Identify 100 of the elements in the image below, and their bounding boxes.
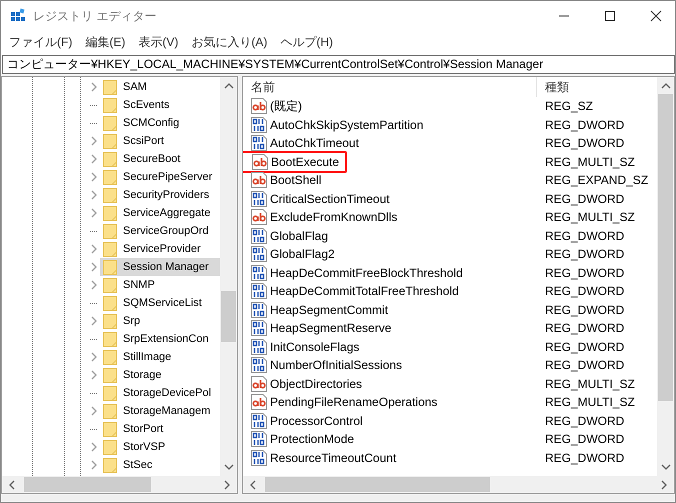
chevron-icon[interactable] — [90, 82, 98, 92]
tree-item[interactable]: ServiceAggregate — [90, 204, 220, 222]
value-name: ObjectDirectories — [270, 376, 362, 391]
chevron-icon[interactable] — [90, 406, 98, 416]
scroll-up-icon[interactable] — [224, 82, 234, 90]
horizontal-scrollbar[interactable] — [2, 476, 237, 493]
value-type: REG_DWORD — [544, 266, 624, 280]
folder-icon — [103, 458, 117, 472]
tree-item[interactable]: StorPort — [90, 420, 220, 438]
menu-item[interactable]: お気に入り(A) — [191, 34, 268, 50]
chevron-icon[interactable] — [90, 442, 98, 452]
scroll-down-icon[interactable] — [224, 463, 234, 471]
tree-item[interactable]: SecurePipeServer — [90, 168, 220, 186]
tree-item[interactable]: ScEvents — [90, 96, 220, 114]
scroll-right-icon[interactable] — [223, 480, 231, 490]
tree-item[interactable]: Srp — [90, 312, 220, 330]
tree-item[interactable]: Session Manager — [90, 258, 220, 276]
menu-item[interactable]: ファイル(F) — [9, 34, 72, 50]
tree-item[interactable]: StorageDevicePol — [90, 384, 220, 402]
folder-icon — [103, 314, 117, 328]
value-name: InitConsoleFlags — [270, 340, 360, 354]
chevron-icon[interactable] — [90, 316, 98, 326]
value-name: PendingFileRenameOperations — [270, 395, 438, 410]
scroll-left-icon[interactable] — [249, 480, 257, 490]
value-name: ProtectionMode — [270, 432, 354, 446]
tree-label: SCMConfig — [122, 116, 180, 131]
tree-item[interactable]: SCMConfig — [90, 114, 220, 132]
tree-item[interactable]: StSec — [90, 456, 220, 474]
tree-item[interactable]: SrpExtensionCon — [90, 330, 220, 348]
tree-item[interactable]: StorVSP — [90, 438, 220, 456]
tree-item[interactable]: ServiceProvider — [90, 240, 220, 258]
value-name: ExcludeFromKnownDlls — [270, 210, 398, 224]
window-title: レジストリ エディター — [33, 8, 156, 24]
address-field[interactable]: コンピューター¥HKEY_LOCAL_MACHINE¥SYSTEM¥CurrentControlSet¥Control¥Session Manager — [2, 55, 675, 74]
scroll-left-icon[interactable] — [8, 480, 16, 490]
vertical-scrollbar[interactable] — [220, 77, 237, 476]
tree-item[interactable]: SecurityProviders — [90, 186, 220, 204]
folder-icon — [103, 98, 117, 112]
value-name: (既定) — [270, 98, 302, 115]
chevron-icon[interactable] — [90, 280, 98, 290]
value-type: REG_DWORD — [544, 414, 624, 428]
value-name: CriticalSectionTimeout — [270, 192, 390, 206]
menu-item[interactable]: 編集(E) — [85, 34, 126, 50]
tree-label: ScEvents — [122, 98, 170, 113]
horizontal-scrollbar[interactable] — [243, 476, 674, 493]
tree-label: SQMServiceList — [122, 296, 203, 311]
tree-label: Session Manager — [121, 259, 211, 275]
scroll-thumb[interactable] — [265, 477, 490, 492]
value-type: REG_SZ — [544, 99, 594, 114]
tree-label: StorageDevicePol — [122, 386, 212, 401]
chevron-icon[interactable] — [90, 244, 98, 254]
scroll-right-icon[interactable] — [660, 480, 668, 490]
folder-icon — [103, 134, 117, 148]
tree-item[interactable]: SecureBoot — [90, 150, 220, 168]
value-name: NumberOfInitialSessions — [270, 358, 402, 372]
tree-item[interactable]: SAM — [90, 78, 220, 96]
tree-label: StorPort — [122, 422, 164, 437]
chevron-icon[interactable] — [90, 370, 98, 380]
folder-icon — [103, 152, 117, 166]
chevron-icon[interactable] — [90, 190, 98, 200]
scroll-down-icon[interactable] — [660, 463, 670, 471]
scroll-thumb[interactable] — [221, 291, 236, 342]
scroll-thumb[interactable] — [658, 94, 673, 401]
folder-icon — [103, 440, 117, 454]
tree-label: StSec — [122, 458, 154, 473]
scroll-up-icon[interactable] — [660, 82, 670, 90]
tree-label: ServiceProvider — [122, 242, 202, 257]
value-name: GlobalFlag — [270, 228, 328, 243]
tree-label: SecurityProviders — [122, 188, 210, 203]
value-name: ResourceTimeoutCount — [270, 450, 396, 465]
column-header[interactable]: 名前 — [243, 77, 537, 97]
tree-item[interactable]: SNMP — [90, 276, 220, 294]
chevron-icon[interactable] — [90, 262, 98, 272]
vertical-scrollbar[interactable] — [657, 77, 674, 476]
tree-item[interactable]: StorageManagem — [90, 402, 220, 420]
close-icon[interactable] — [650, 10, 662, 22]
folder-icon — [103, 260, 117, 274]
menu-item[interactable]: ヘルプ(H) — [280, 34, 333, 50]
chevron-icon[interactable] — [90, 460, 98, 470]
tree-item[interactable]: ScsiPort — [90, 132, 220, 150]
tree-item[interactable]: StillImage — [90, 348, 220, 366]
tree-label: ServiceAggregate — [122, 206, 212, 221]
scroll-thumb[interactable] — [24, 477, 152, 492]
chevron-icon[interactable] — [90, 208, 98, 218]
chevron-icon[interactable] — [90, 172, 98, 182]
value-name: GlobalFlag2 — [270, 247, 335, 262]
tree-label: SAM — [122, 80, 148, 95]
menu-item[interactable]: 表示(V) — [138, 34, 178, 50]
chevron-icon[interactable] — [90, 136, 98, 146]
column-header[interactable]: 種類 — [537, 78, 569, 96]
tree-item[interactable]: Storage — [90, 366, 220, 384]
tree-item[interactable]: SQMServiceList — [90, 294, 220, 312]
chevron-icon[interactable] — [90, 352, 98, 362]
tree-item[interactable]: ServiceGroupOrd — [90, 222, 220, 240]
value-type: REG_DWORD — [544, 432, 624, 446]
value-type: REG_DWORD — [544, 358, 624, 372]
folder-icon — [103, 224, 117, 238]
chevron-icon[interactable] — [90, 154, 98, 164]
maximize-icon[interactable] — [604, 10, 616, 22]
value-type: REG_MULTI_SZ — [544, 376, 635, 391]
